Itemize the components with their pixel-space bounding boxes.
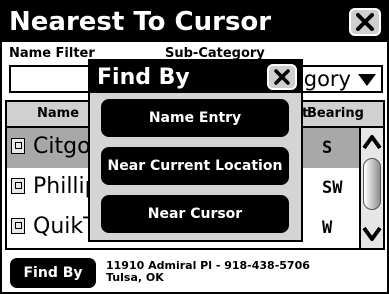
near-cursor-button[interactable]: Near Cursor [101,195,289,233]
poi-icon [11,218,25,234]
row-bearing: W [322,218,333,238]
window-title: Nearest To Cursor [9,7,272,37]
row-bearing: SW [322,178,343,198]
close-icon [356,13,374,31]
title-bar: Nearest To Cursor [2,2,387,42]
screen: Nearest To Cursor Name Filter Sub-Catego… [0,0,389,294]
column-header-bearing[interactable]: Bearing [307,106,364,121]
scrollbar[interactable] [359,128,383,248]
column-header-name[interactable]: Name [37,106,79,121]
chevron-down-icon[interactable] [361,222,383,246]
find-by-button[interactable]: Find By [10,258,96,288]
address-line-2: Tulsa, OK [106,271,164,284]
chevron-down-icon [358,74,376,86]
close-button[interactable] [349,8,381,36]
name-filter-label: Name Filter [9,46,95,61]
poi-icon [11,178,25,194]
dialog-close-button[interactable] [267,64,297,90]
row-name: Citgo [33,134,91,159]
poi-icon [11,138,25,154]
chevron-up-icon[interactable] [361,130,383,154]
name-entry-button[interactable]: Name Entry [101,99,289,137]
scroll-thumb[interactable] [363,158,381,210]
row-bearing: S [322,138,333,158]
close-icon [274,69,290,85]
selected-address: 11910 Admiral Pl - 918-438-5706 Tulsa, O… [106,260,310,284]
find-by-dialog: Find By Name Entry Near Current Location… [88,59,303,242]
near-current-location-button[interactable]: Near Current Location [101,147,289,185]
dialog-title-bar: Find By [90,61,301,93]
dialog-title: Find By [97,65,190,90]
